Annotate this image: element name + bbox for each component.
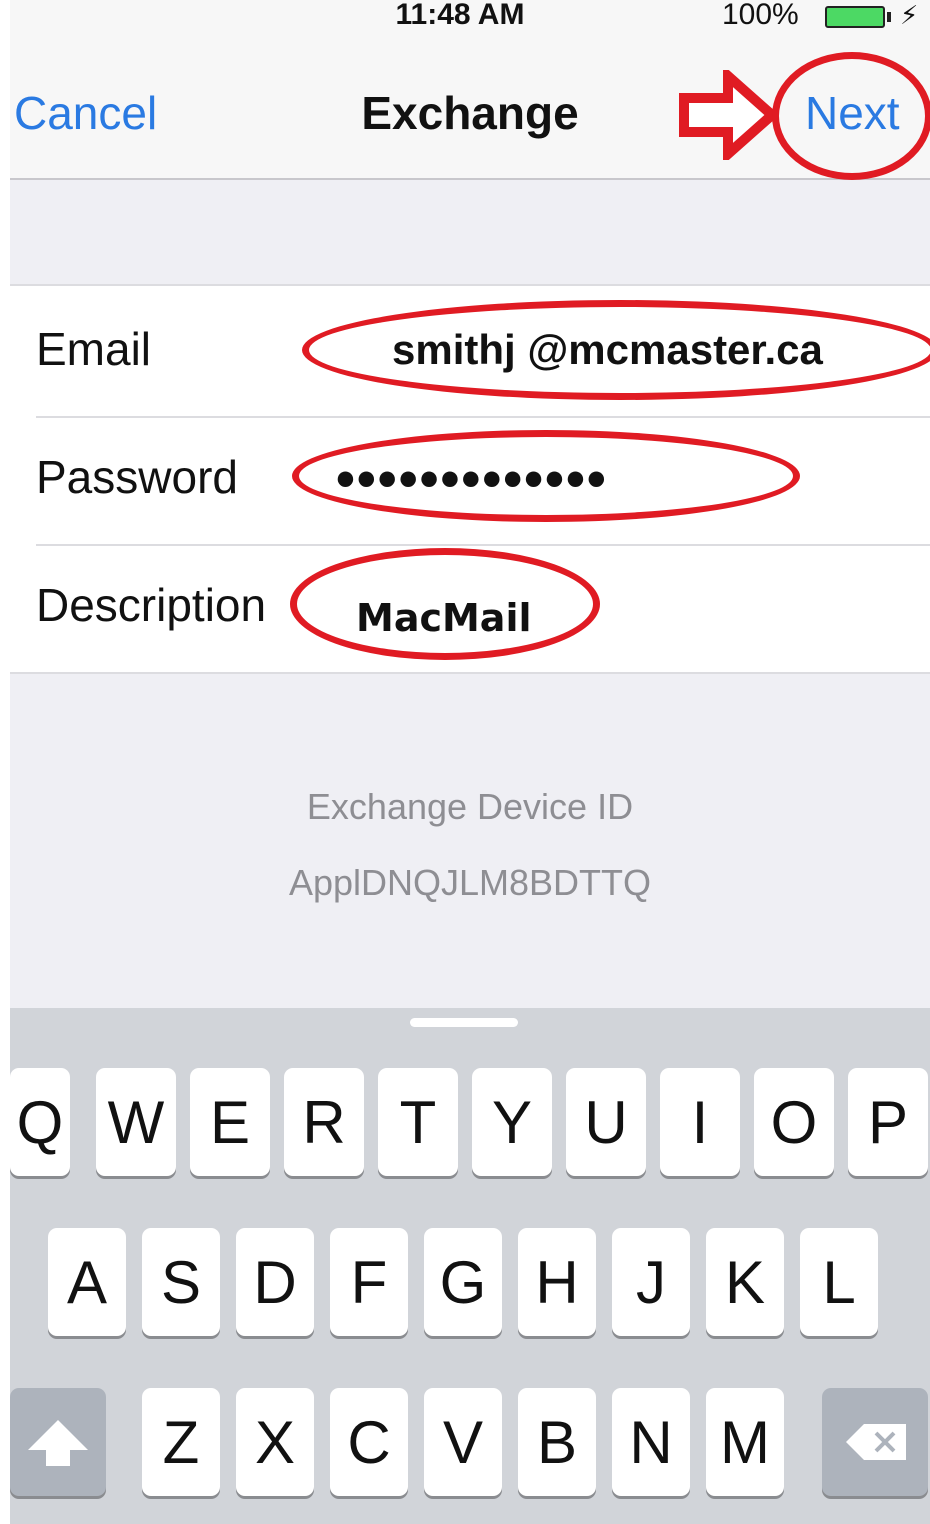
charging-bolt-icon: ⚡ (900, 0, 919, 30)
key-n[interactable]: N (612, 1388, 690, 1496)
backspace-icon (846, 1424, 906, 1460)
key-g[interactable]: G (424, 1228, 502, 1336)
navigation-bar: Cancel Exchange Next (10, 40, 930, 180)
key-p[interactable]: P (848, 1068, 928, 1176)
key-k[interactable]: K (706, 1228, 784, 1336)
next-button[interactable]: Next (805, 86, 900, 140)
account-form: Email smithj @mcmaster.ca Password •••••… (10, 284, 930, 674)
phone-screen: 11:48 AM 100% ⚡ Cancel Exchange Next Ema… (10, 0, 930, 1524)
annotation-arrow-icon (679, 70, 778, 160)
key-h[interactable]: H (518, 1228, 596, 1336)
battery-tip (887, 12, 891, 22)
description-field[interactable]: MacMail (356, 596, 532, 640)
key-u[interactable]: U (566, 1068, 646, 1176)
key-f[interactable]: F (330, 1228, 408, 1336)
key-j[interactable]: J (612, 1228, 690, 1336)
key-d[interactable]: D (236, 1228, 314, 1336)
key-o[interactable]: O (754, 1068, 834, 1176)
battery-icon (825, 6, 885, 28)
key-w[interactable]: W (96, 1068, 176, 1176)
key-e[interactable]: E (190, 1068, 270, 1176)
description-row[interactable]: Description MacMail (36, 542, 930, 672)
key-t[interactable]: T (378, 1068, 458, 1176)
device-id-value: ApplDNQJLM8BDTTQ (288, 862, 652, 903)
shift-key[interactable] (10, 1388, 106, 1496)
key-m[interactable]: M (706, 1388, 784, 1496)
keyboard: Q W E R T Y U I O P A S D F G H J K L Z … (10, 1008, 930, 1524)
keyboard-grabber[interactable] (410, 1018, 518, 1027)
description-label: Description (36, 579, 267, 631)
password-row[interactable]: Password ••••••••••••• (36, 414, 930, 546)
email-row[interactable]: Email smithj @mcmaster.ca (36, 286, 930, 418)
key-b[interactable]: B (518, 1388, 596, 1496)
key-a[interactable]: A (48, 1228, 126, 1336)
key-c[interactable]: C (330, 1388, 408, 1496)
key-y[interactable]: Y (472, 1068, 552, 1176)
page-title: Exchange (361, 87, 579, 139)
key-l[interactable]: L (800, 1228, 878, 1336)
status-time: 11:48 AM (395, 0, 525, 31)
status-bar: 11:48 AM 100% ⚡ (10, 0, 930, 40)
cancel-button[interactable]: Cancel (14, 86, 157, 140)
email-field[interactable]: smithj @mcmaster.ca (392, 326, 823, 374)
delete-key[interactable] (822, 1388, 928, 1496)
battery-percentage: 100% (722, 0, 799, 31)
device-id-label: Exchange Device ID (306, 786, 634, 827)
key-s[interactable]: S (142, 1228, 220, 1336)
key-v[interactable]: V (424, 1388, 502, 1496)
key-r[interactable]: R (284, 1068, 364, 1176)
key-i[interactable]: I (660, 1068, 740, 1176)
key-x[interactable]: X (236, 1388, 314, 1496)
key-z[interactable]: Z (142, 1388, 220, 1496)
password-label: Password (36, 451, 238, 503)
shift-arrow-icon (28, 1420, 88, 1466)
email-label: Email (36, 323, 152, 375)
password-field[interactable]: ••••••••••••• (336, 448, 608, 510)
key-q[interactable]: Q (10, 1068, 70, 1176)
